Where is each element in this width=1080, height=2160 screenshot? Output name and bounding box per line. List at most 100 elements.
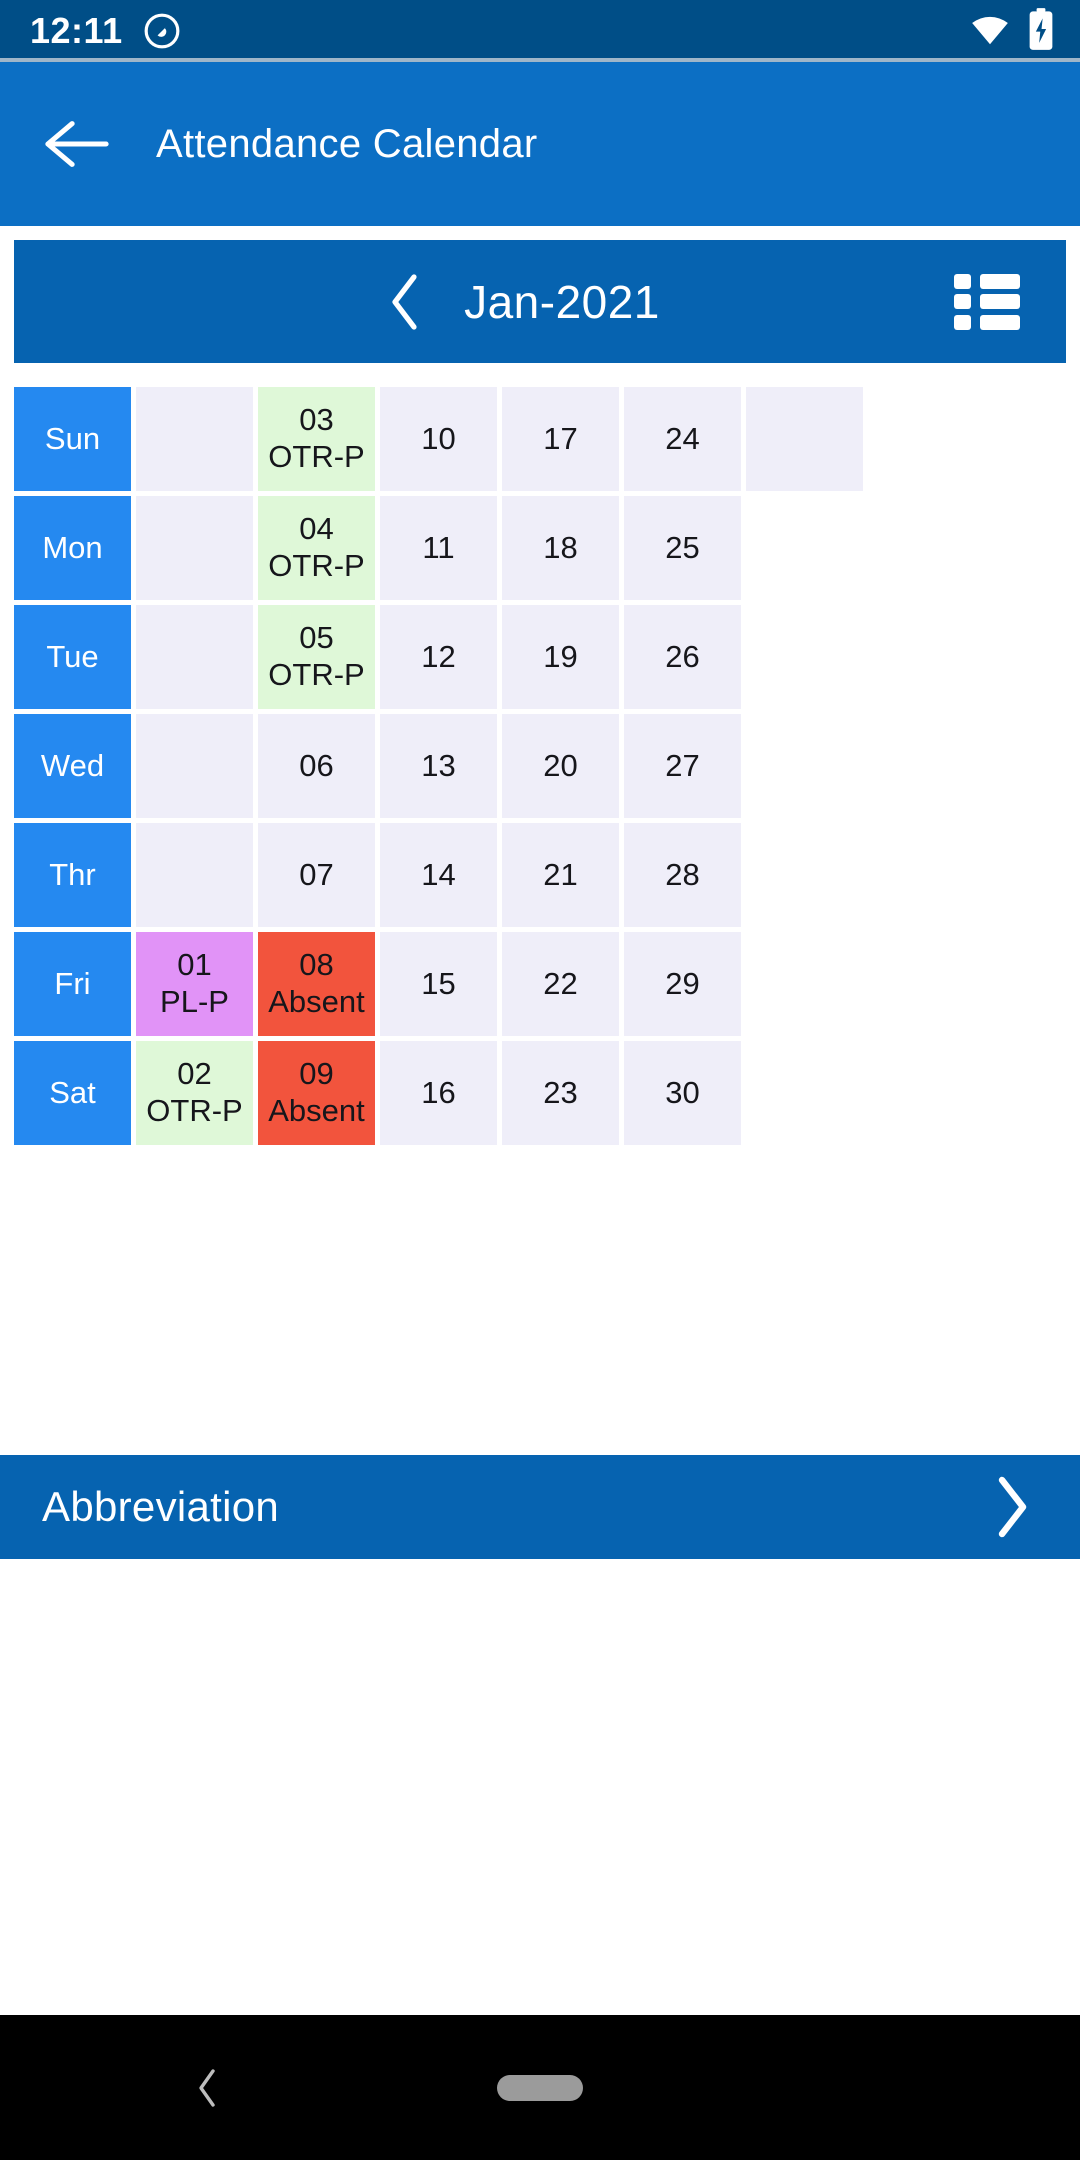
weekday-label-text: Sun <box>44 420 101 456</box>
calendar-day-number: 05 <box>299 620 334 656</box>
weekday-label-sat: Sat <box>14 1041 131 1145</box>
calendar-day-cell[interactable]: 05 OTR-P <box>258 605 375 709</box>
calendar-day-cell[interactable]: 19 <box>502 605 619 709</box>
weekday-label-text: Sat <box>49 1074 96 1110</box>
calendar-day-cell[interactable]: 13 <box>380 714 497 818</box>
list-view-row <box>954 273 1020 289</box>
calendar-day-status: PL-P <box>160 984 229 1019</box>
calendar-day-number: 20 <box>543 747 578 783</box>
list-view-row <box>954 314 1020 330</box>
calendar-day-status: OTR-P <box>268 439 365 474</box>
weekday-label-mon: Mon <box>14 496 131 600</box>
calendar-day-cell[interactable]: 11 <box>380 496 497 600</box>
page-title: Attendance Calendar <box>156 121 538 166</box>
calendar-day-cell[interactable]: 30 <box>624 1041 741 1145</box>
calendar-day-number: 30 <box>665 1074 700 1110</box>
android-nav-bar <box>0 2015 1080 2160</box>
abbreviation-label: Abbreviation <box>42 1483 280 1530</box>
calendar-day-cell[interactable]: 04 OTR-P <box>258 496 375 600</box>
calendar-day-number: 15 <box>421 965 456 1001</box>
status-bar-indicators <box>968 7 1054 56</box>
calendar-day-cell[interactable]: 10 <box>380 387 497 491</box>
weekday-label-text: Wed <box>40 747 105 783</box>
calendar-day-number: 16 <box>421 1074 456 1110</box>
calendar-day-number: 14 <box>421 856 456 892</box>
home-pill-icon[interactable] <box>497 2074 583 2101</box>
calendar-day-number: 09 <box>299 1056 334 1092</box>
weekday-label-fri: Fri <box>14 932 131 1036</box>
status-bar-clock: 12:11 <box>30 10 123 51</box>
calendar-day-cell[interactable]: 18 <box>502 496 619 600</box>
calendar-day-number: 27 <box>665 747 700 783</box>
calendar-week-row: Mon 04 OTR-P 11 18 25 <box>14 496 1080 600</box>
calendar-day-number: 02 <box>177 1056 212 1092</box>
calendar-day-number: 19 <box>543 638 578 674</box>
calendar-day-number: 04 <box>299 511 334 547</box>
calendar-empty-cell <box>746 1041 863 1145</box>
calendar-day-status: OTR-P <box>146 1093 243 1128</box>
list-view-row <box>954 294 1020 309</box>
calendar-day-cell[interactable]: 22 <box>502 932 619 1036</box>
calendar-day-cell[interactable]: 15 <box>380 932 497 1036</box>
calendar-week-row: Thr 07 14 21 28 <box>14 823 1080 927</box>
weekday-label-text: Fri <box>54 965 91 1001</box>
calendar-day-cell[interactable]: 07 <box>258 823 375 927</box>
calendar-day-cell[interactable]: 27 <box>624 714 741 818</box>
calendar-day-cell[interactable]: 01 PL-P <box>136 932 253 1036</box>
weekday-label-text: Tue <box>46 638 99 674</box>
calendar-day-number: 28 <box>665 856 700 892</box>
calendar-day-cell[interactable]: 25 <box>624 496 741 600</box>
calendar-day-cell[interactable]: 02 OTR-P <box>136 1041 253 1145</box>
chevron-left-icon[interactable] <box>380 267 430 337</box>
calendar-day-number: 07 <box>299 856 334 892</box>
calendar-week-row: Sun 03 OTR-P 10 17 24 <box>14 387 1080 491</box>
chevron-right-icon[interactable] <box>982 1472 1042 1542</box>
abbreviation-bar[interactable]: Abbreviation <box>0 1455 1080 1559</box>
calendar-empty-cell <box>746 714 863 818</box>
calendar-day-number: 26 <box>665 638 700 674</box>
calendar-day-number: 12 <box>421 638 456 674</box>
calendar-day-cell[interactable]: 06 <box>258 714 375 818</box>
calendar-day-number: 13 <box>421 747 456 783</box>
status-bar: 12:11 <box>0 0 1080 62</box>
calendar-empty-cell <box>136 823 253 927</box>
calendar-day-cell[interactable]: 14 <box>380 823 497 927</box>
wifi-icon <box>968 12 1012 51</box>
calendar-day-cell[interactable]: 24 <box>624 387 741 491</box>
calendar-day-cell[interactable]: 17 <box>502 387 619 491</box>
calendar-day-cell[interactable]: 28 <box>624 823 741 927</box>
calendar-empty-cell <box>136 387 253 491</box>
back-arrow-icon[interactable] <box>42 109 112 179</box>
list-view-bar <box>980 273 1020 289</box>
calendar-day-cell[interactable]: 08 Absent <box>258 932 375 1036</box>
app-bar: Attendance Calendar <box>0 62 1080 226</box>
calendar-empty-cell <box>136 714 253 818</box>
calendar-day-number: 22 <box>543 965 578 1001</box>
calendar-day-cell[interactable]: 26 <box>624 605 741 709</box>
calendar-day-cell[interactable]: 23 <box>502 1041 619 1145</box>
calendar-day-number: 11 <box>422 529 455 565</box>
calendar-day-cell[interactable]: 12 <box>380 605 497 709</box>
calendar-empty-cell <box>136 605 253 709</box>
calendar-day-status: OTR-P <box>268 548 365 583</box>
calendar-day-number: 25 <box>665 529 700 565</box>
month-header-wrap: Jan-2021 <box>0 226 1080 363</box>
list-view-bar <box>980 314 1020 330</box>
calendar-day-cell[interactable]: 09 Absent <box>258 1041 375 1145</box>
calendar-day-cell[interactable]: 16 <box>380 1041 497 1145</box>
calendar-empty-cell <box>746 823 863 927</box>
calendar-day-cell[interactable]: 20 <box>502 714 619 818</box>
calendar-day-cell[interactable]: 03 OTR-P <box>258 387 375 491</box>
calendar-week-row: Wed 06 13 20 27 <box>14 714 1080 818</box>
nav-back-icon[interactable] <box>185 2063 229 2113</box>
calendar-day-number: 06 <box>299 747 334 783</box>
month-header: Jan-2021 <box>14 240 1066 363</box>
weekday-label-thr: Thr <box>14 823 131 927</box>
list-view-icon[interactable] <box>954 273 1020 330</box>
calendar-day-cell[interactable]: 29 <box>624 932 741 1036</box>
calendar-day-number: 24 <box>665 420 700 456</box>
calendar-day-cell[interactable]: 21 <box>502 823 619 927</box>
calendar-day-status: Absent <box>268 984 365 1019</box>
calendar-day-number: 03 <box>299 402 334 438</box>
list-view-square <box>954 273 971 289</box>
